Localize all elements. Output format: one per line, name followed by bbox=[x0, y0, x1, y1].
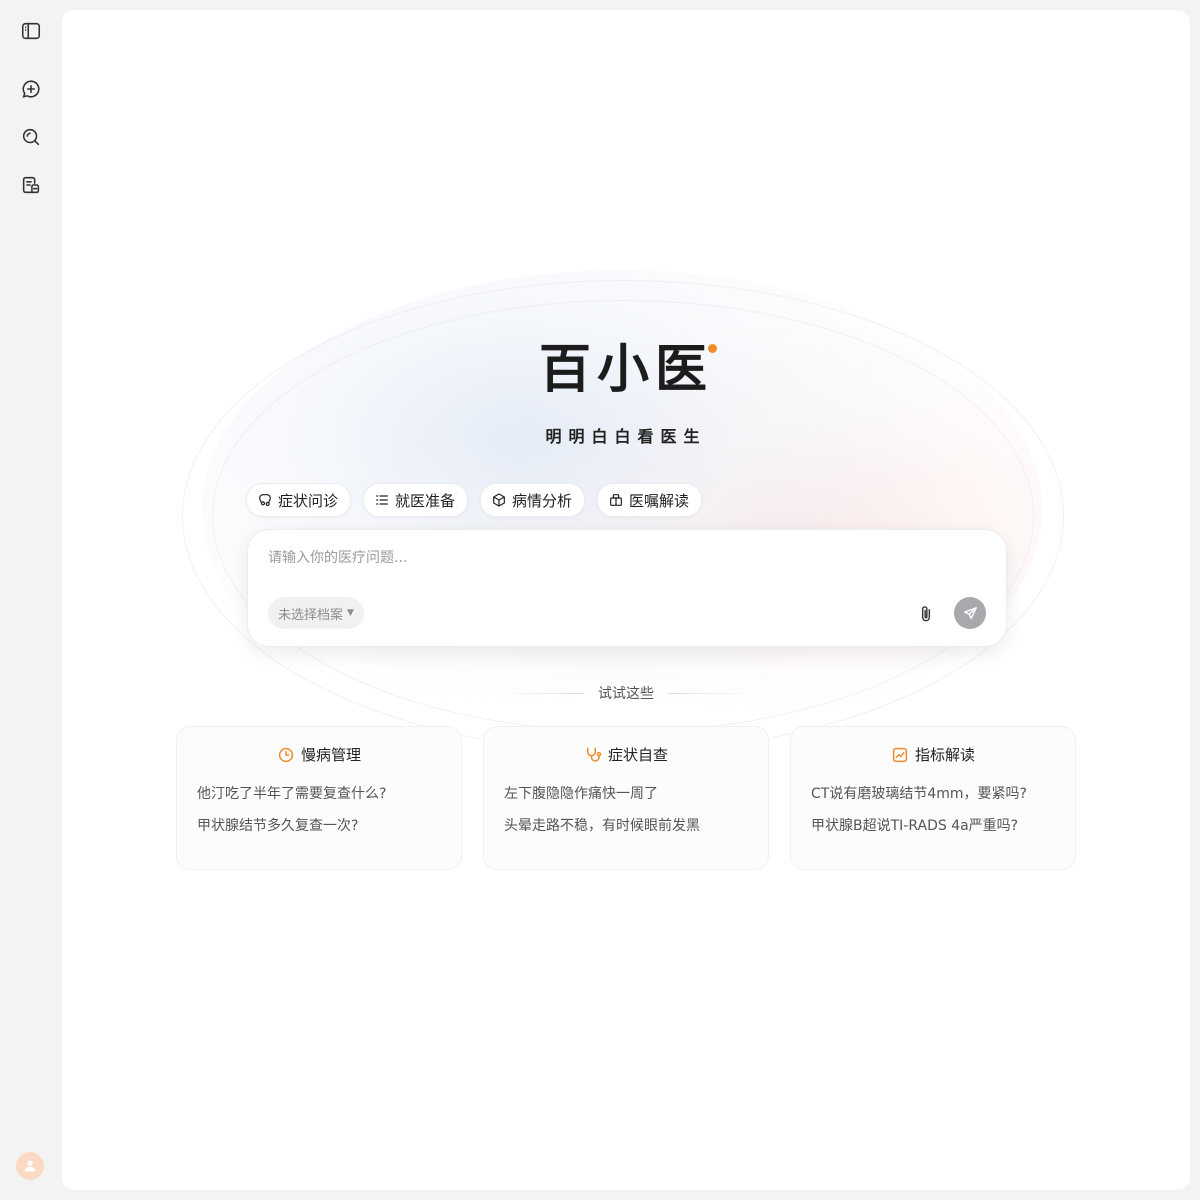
stethoscope-icon bbox=[586, 747, 602, 762]
mode-chip-symptom[interactable]: 症状问诊 bbox=[246, 483, 352, 517]
suggestion-cards: 慢病管理 他汀吃了半年了需要复查什么? 甲状腺结节多久复查一次? 症状自查 左下… bbox=[176, 726, 1076, 870]
profile-select-label: 未选择档案 bbox=[278, 607, 344, 623]
new-chat-icon bbox=[22, 80, 40, 98]
sidebar-toggle-icon bbox=[21, 22, 41, 40]
mode-chip-label: 病情分析 bbox=[512, 491, 573, 510]
mode-chip-prescription[interactable]: 医嘱解读 bbox=[597, 483, 703, 517]
card-header: 指标解读 bbox=[791, 744, 1075, 765]
suggestion-question[interactable]: 头晕走路不稳，有时候眼前发黑 bbox=[504, 815, 700, 835]
user-avatar[interactable] bbox=[16, 1152, 44, 1180]
divider-line bbox=[498, 692, 584, 694]
send-button[interactable] bbox=[954, 597, 986, 629]
question-input-card: 未选择档案 ▼ bbox=[247, 529, 1007, 647]
sidebar-toggle-button[interactable] bbox=[14, 14, 48, 48]
records-icon bbox=[22, 176, 40, 194]
mode-chip-label: 就医准备 bbox=[395, 491, 456, 510]
divider-line bbox=[668, 692, 754, 694]
suggestion-card-chronic: 慢病管理 他汀吃了半年了需要复查什么? 甲状腺结节多久复查一次? bbox=[176, 726, 462, 870]
new-chat-button[interactable] bbox=[14, 72, 48, 106]
logo-area: 百小医 bbox=[62, 340, 1190, 400]
suggestion-card-indicator: 指标解读 CT说有磨玻璃结节4mm，要紧吗? 甲状腺B超说TI-RADS 4a严… bbox=[790, 726, 1076, 870]
paperclip-icon bbox=[921, 606, 931, 622]
suggestion-card-symptom: 症状自查 左下腹隐隐作痛快一周了 头晕走路不稳，有时候眼前发黑 bbox=[483, 726, 769, 870]
attach-button[interactable] bbox=[910, 598, 942, 630]
brand-logo-text: 百小医 bbox=[538, 340, 713, 400]
question-input[interactable] bbox=[268, 550, 908, 566]
suggestion-question[interactable]: 左下腹隐隐作痛快一周了 bbox=[504, 783, 658, 803]
mode-chips: 症状问诊 就医准备 病情分析 医嘱解读 bbox=[246, 483, 703, 517]
mode-chip-preparation[interactable]: 就医准备 bbox=[363, 483, 469, 517]
trend-chart-icon bbox=[892, 747, 908, 762]
suggestions-divider: 试试这些 bbox=[62, 683, 1190, 703]
brand-logo: 百小医 bbox=[538, 340, 717, 400]
suggestion-question[interactable]: 甲状腺结节多久复查一次? bbox=[197, 815, 358, 835]
suggestion-question[interactable]: 他汀吃了半年了需要复查什么? bbox=[197, 783, 386, 803]
search-button[interactable] bbox=[14, 120, 48, 154]
card-title: 慢病管理 bbox=[300, 746, 361, 764]
records-button[interactable] bbox=[14, 168, 48, 202]
search-icon bbox=[22, 128, 40, 146]
main-panel: 百小医 明明白白看医生 症状问诊 就医准备 病情分析 医嘱解读 请输入你的医疗问… bbox=[62, 10, 1190, 1190]
sidebar bbox=[0, 0, 62, 1200]
user-icon bbox=[24, 1160, 36, 1172]
brand-slogan: 明明白白看医生 bbox=[545, 427, 707, 446]
symptom-icon bbox=[259, 494, 271, 507]
list-icon bbox=[376, 495, 388, 505]
logo-dot bbox=[708, 344, 717, 353]
mode-chip-label: 症状问诊 bbox=[278, 491, 339, 510]
suggestions-heading: 试试这些 bbox=[598, 686, 654, 702]
analysis-icon bbox=[493, 493, 505, 507]
card-title: 指标解读 bbox=[914, 746, 975, 764]
suggestion-question[interactable]: CT说有磨玻璃结节4mm，要紧吗? bbox=[811, 783, 1027, 803]
profile-select[interactable]: 未选择档案 ▼ bbox=[268, 597, 364, 629]
card-title: 症状自查 bbox=[607, 746, 668, 764]
mode-chip-analysis[interactable]: 病情分析 bbox=[480, 483, 586, 517]
prescription-icon bbox=[610, 494, 622, 506]
send-icon bbox=[963, 606, 977, 619]
mode-chip-label: 医嘱解读 bbox=[629, 491, 690, 510]
suggestion-question[interactable]: 甲状腺B超说TI-RADS 4a严重吗? bbox=[811, 815, 1018, 835]
caret-down-icon: ▼ bbox=[347, 608, 354, 618]
card-header: 慢病管理 bbox=[177, 744, 461, 765]
card-header: 症状自查 bbox=[484, 744, 768, 765]
clock-icon bbox=[278, 747, 294, 762]
